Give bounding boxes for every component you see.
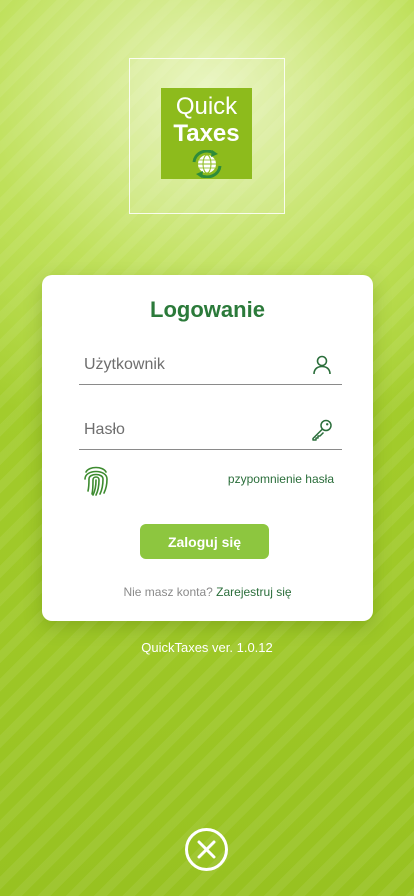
login-card: Logowanie pzypomnienie hasła Zaloguj się…: [42, 275, 373, 621]
user-icon: [313, 355, 331, 375]
username-input[interactable]: [84, 347, 304, 383]
globe-recycle-icon: [192, 150, 222, 178]
fingerprint-icon[interactable]: [83, 463, 109, 497]
app-logo: Quick Taxes: [161, 88, 252, 179]
app-version: QuickTaxes ver. 1.0.12: [141, 640, 273, 655]
password-input[interactable]: [84, 412, 304, 448]
username-field-container: [79, 347, 342, 385]
key-icon: [312, 419, 332, 441]
login-title: Logowanie: [150, 297, 265, 322]
logo-text-quick: Quick: [175, 93, 238, 120]
login-button[interactable]: Zaloguj się: [140, 524, 269, 559]
logo-text-taxes: Taxes: [173, 120, 240, 147]
close-button[interactable]: [185, 828, 228, 871]
register-row: Nie masz konta? Zarejestruj się: [42, 585, 373, 599]
register-prompt: Nie masz konta?: [123, 585, 213, 599]
close-icon: [197, 840, 216, 859]
forgot-password-link[interactable]: pzypomnienie hasła: [228, 472, 334, 486]
password-field-container: [79, 412, 342, 450]
register-link[interactable]: Zarejestruj się: [216, 585, 291, 599]
